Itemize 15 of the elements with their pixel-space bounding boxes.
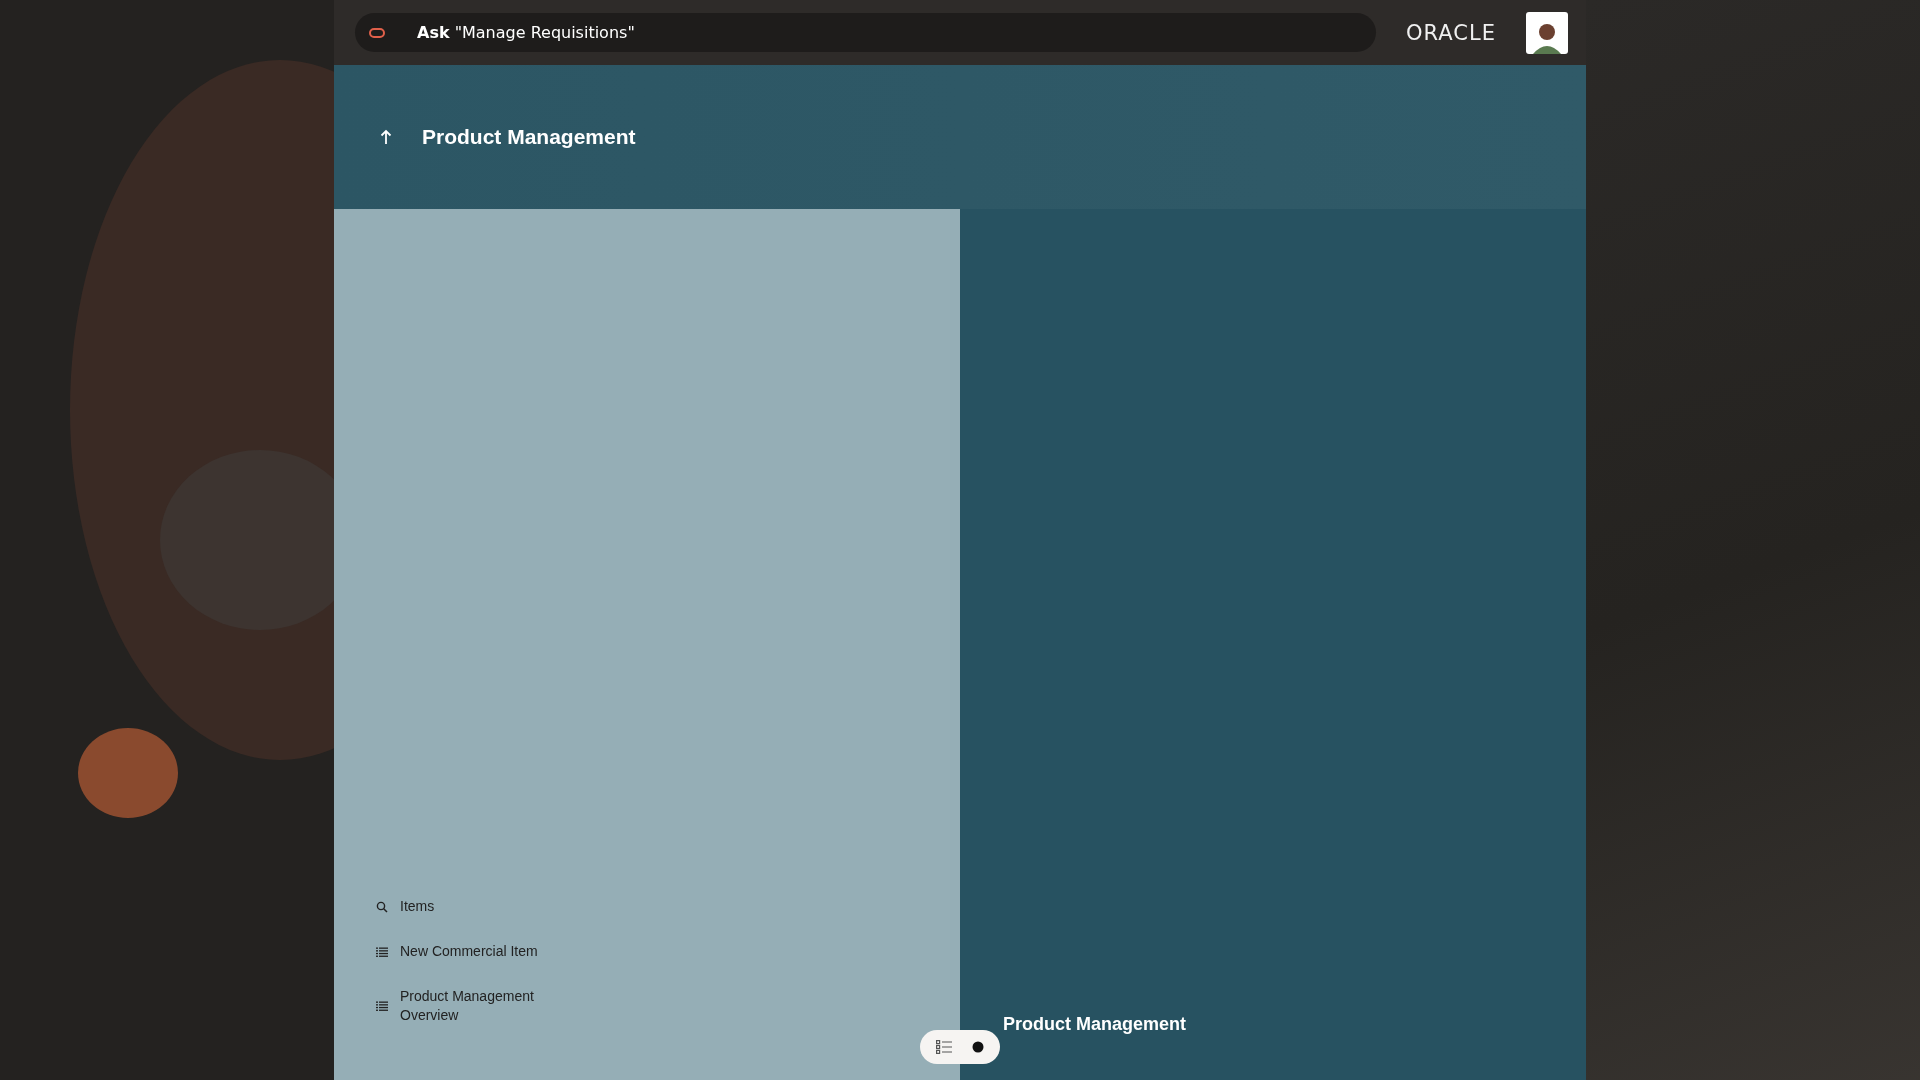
dot-view-button[interactable] <box>970 1039 986 1055</box>
list-view-button[interactable] <box>934 1038 954 1056</box>
feature-title: Product Management <box>1003 1014 1187 1035</box>
up-arrow-button[interactable] <box>380 129 392 145</box>
list-icon <box>376 1001 388 1011</box>
oracle-o-icon <box>369 27 385 38</box>
page-title: Product Management <box>422 125 636 149</box>
search-icon <box>376 900 388 913</box>
quick-action-link[interactable]: Items <box>376 897 566 916</box>
list-icon <box>376 946 388 957</box>
ask-search-field[interactable]: Ask "Manage Requisitions" <box>355 13 1377 52</box>
quick-action-link[interactable]: New Commercial Item <box>376 942 566 961</box>
user-avatar[interactable] <box>1526 11 1568 54</box>
quick-action-link[interactable]: Product Management Overview <box>376 987 566 1025</box>
brand-logo: ORACLE <box>1406 20 1496 45</box>
